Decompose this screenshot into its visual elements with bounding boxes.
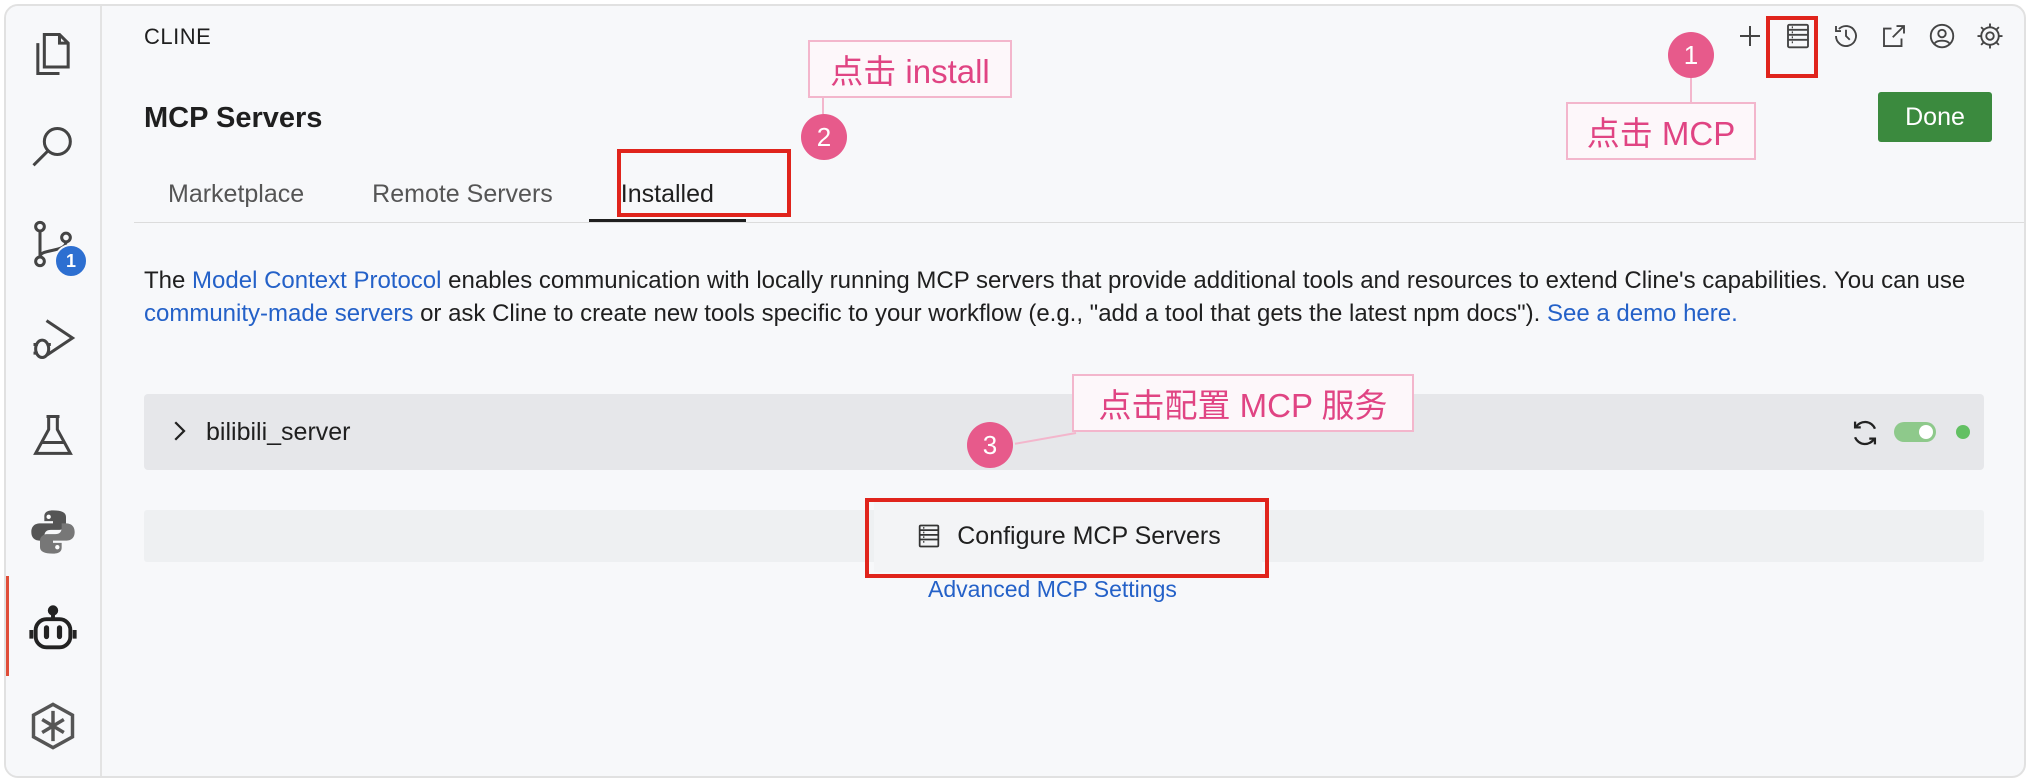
app-window: 1 CLINE MCP Servers Done Marketplace Rem… bbox=[4, 4, 2026, 778]
activity-explorer[interactable] bbox=[6, 14, 100, 94]
plus-icon bbox=[1740, 26, 1760, 46]
tab-marketplace[interactable]: Marketplace bbox=[134, 166, 338, 222]
files-icon bbox=[36, 32, 70, 76]
robot-icon bbox=[29, 605, 77, 650]
python-icon bbox=[31, 510, 75, 554]
step-1-connector bbox=[1690, 78, 1692, 104]
popout-button[interactable] bbox=[1878, 20, 1910, 52]
tab-divider bbox=[134, 222, 2024, 223]
activity-search[interactable] bbox=[6, 108, 100, 188]
activity-bar: 1 bbox=[6, 6, 102, 776]
highlight-configure-button bbox=[865, 498, 1269, 578]
step-1-callout: 点击 MCP bbox=[1566, 102, 1756, 160]
desc-text-2: enables communication with locally runni… bbox=[441, 267, 1966, 294]
done-button[interactable]: Done bbox=[1878, 92, 1992, 142]
step-1-marker: 1 bbox=[1668, 32, 1714, 78]
step-2-marker: 2 bbox=[801, 114, 847, 160]
desc-text-1: The bbox=[144, 267, 193, 294]
highlight-mcp-icon bbox=[1766, 16, 1818, 78]
highlight-installed-tab bbox=[617, 149, 791, 217]
popout-icon bbox=[1883, 25, 1905, 47]
activity-cline[interactable] bbox=[6, 590, 100, 670]
run-debug-icon bbox=[33, 319, 76, 360]
flask-icon bbox=[33, 414, 73, 455]
settings-button[interactable] bbox=[1974, 20, 2006, 52]
tab-remote-servers[interactable]: Remote Servers bbox=[338, 166, 587, 222]
activity-qwen[interactable] bbox=[6, 686, 100, 766]
step-3-callout: 点击配置 MCP 服务 bbox=[1072, 374, 1414, 432]
gear-icon bbox=[1977, 23, 2003, 49]
server-row[interactable]: bilibili_server bbox=[144, 394, 1984, 470]
activity-run-debug[interactable] bbox=[6, 298, 100, 378]
panel-title: CLINE bbox=[144, 24, 212, 49]
history-icon bbox=[1835, 25, 1857, 47]
activity-python[interactable] bbox=[6, 492, 100, 572]
step-2-connector bbox=[822, 98, 824, 114]
server-status-dot bbox=[1956, 425, 1970, 439]
activity-testing[interactable] bbox=[6, 396, 100, 476]
source-control-badge: 1 bbox=[54, 244, 88, 278]
server-name: bilibili_server bbox=[206, 418, 351, 446]
server-enable-toggle[interactable] bbox=[1894, 422, 1936, 442]
account-icon bbox=[1929, 23, 1955, 49]
refresh-icon[interactable] bbox=[1848, 416, 1882, 450]
page-title: MCP Servers bbox=[144, 102, 323, 134]
activity-source-control[interactable]: 1 bbox=[6, 204, 100, 284]
history-button[interactable] bbox=[1830, 20, 1862, 52]
advanced-mcp-settings-link[interactable]: Advanced MCP Settings bbox=[928, 576, 1177, 603]
chevron-right-icon[interactable] bbox=[164, 416, 194, 446]
demo-link[interactable]: See a demo here. bbox=[1547, 300, 1738, 327]
search-icon bbox=[32, 126, 72, 167]
qwen-icon bbox=[31, 702, 75, 750]
step-2-callout: 点击 install bbox=[808, 40, 1012, 98]
desc-text-3: or ask Cline to create new tools specifi… bbox=[413, 300, 1547, 327]
model-context-protocol-link[interactable]: Model Context Protocol bbox=[192, 267, 441, 294]
account-button[interactable] bbox=[1926, 20, 1958, 52]
new-task-button[interactable] bbox=[1734, 20, 1766, 52]
step-3-marker: 3 bbox=[967, 422, 1013, 468]
mcp-description: The Model Context Protocol enables commu… bbox=[144, 264, 2004, 330]
community-servers-link[interactable]: community-made servers bbox=[144, 300, 413, 327]
